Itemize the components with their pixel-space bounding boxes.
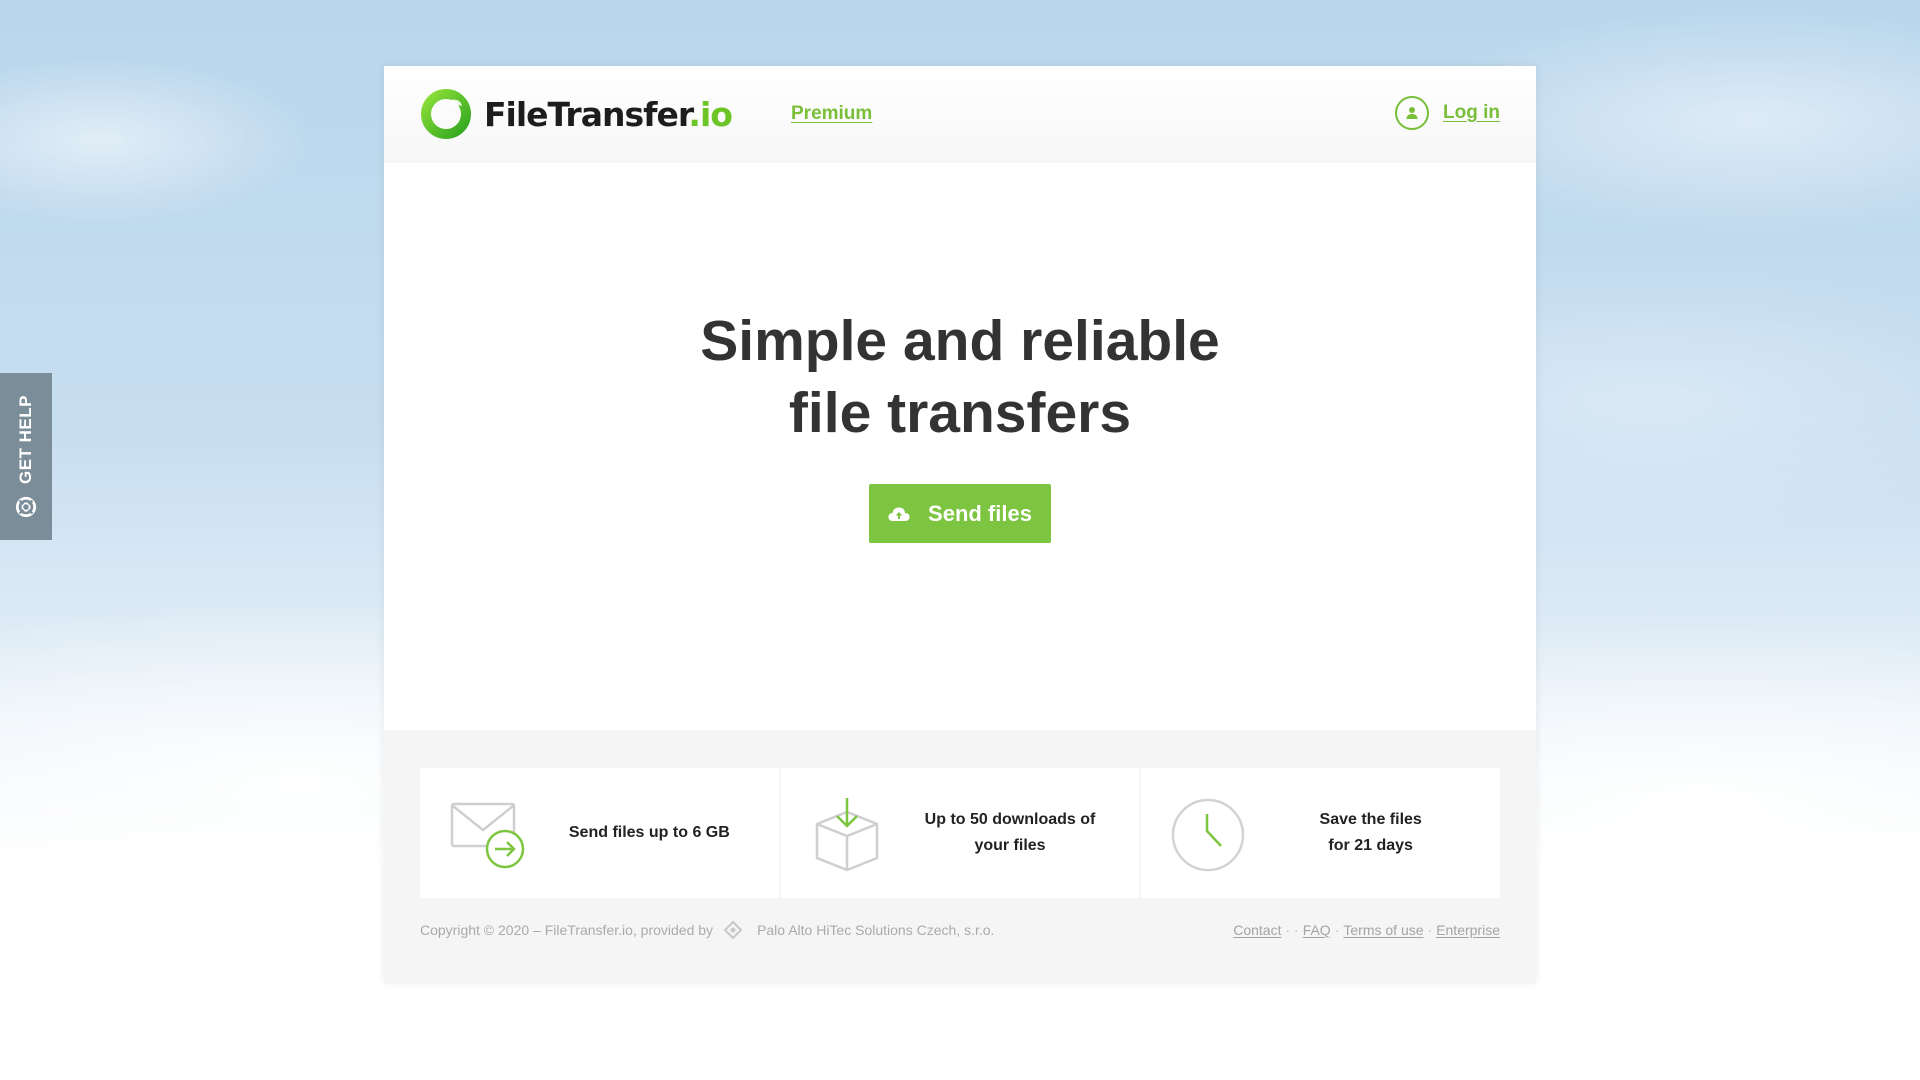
feature-line: your files [974, 837, 1046, 854]
bottom-section: Send files up to 6 GB Up to 50 downloads… [384, 730, 1536, 983]
premium-link[interactable]: Premium [791, 103, 872, 125]
envelope-send-icon [450, 802, 525, 869]
main-card: FileTransfer.io Premium Log in Simple an… [384, 66, 1536, 983]
feature-line: for 21 days [1328, 837, 1413, 854]
footer: Copyright © 2020 – FileTransfer.io, prov… [420, 920, 1500, 940]
clock-icon [1172, 798, 1245, 872]
feature-file-size: Send files up to 6 GB [420, 768, 779, 898]
feature-line: Up to 50 downloads of [924, 811, 1096, 828]
footer-link-terms[interactable]: Terms of use [1343, 922, 1423, 938]
hero: Simple and reliable file transfers Send … [384, 163, 1536, 730]
logo-text: FileTransfer.io [484, 94, 733, 134]
get-help-label: GET HELP [16, 394, 35, 484]
user-icon [1395, 96, 1430, 130]
hero-title-line1: Simple and reliable [700, 309, 1220, 373]
feature-line: Save the files [1319, 811, 1422, 828]
footer-link-contact[interactable]: Contact [1233, 922, 1281, 938]
logo-tld: .io [688, 94, 733, 134]
provider-name: Palo Alto HiTec Solutions Czech, s.r.o. [757, 922, 995, 938]
feature-downloads: Up to 50 downloads of your files [780, 768, 1140, 898]
filetransfer-logo-icon [421, 89, 471, 139]
hero-title: Simple and reliable file transfers [384, 163, 1536, 449]
logo[interactable]: FileTransfer.io [420, 88, 733, 140]
send-files-button[interactable]: Send files [869, 484, 1051, 543]
provider-diamond-icon [723, 920, 743, 940]
feature-retention: Save the files for 21 days [1141, 768, 1501, 898]
footer-separator: · [1427, 922, 1433, 938]
send-files-label: Send files [928, 500, 1032, 526]
footer-copyright: Copyright © 2020 – FileTransfer.io, prov… [420, 920, 994, 940]
login-link[interactable]: Log in [1395, 96, 1500, 130]
hero-title-line2: file transfers [788, 381, 1132, 445]
lifebuoy-icon [15, 496, 37, 518]
features: Send files up to 6 GB Up to 50 downloads… [420, 768, 1501, 898]
footer-separator: · [1334, 922, 1340, 938]
copyright-text: Copyright © 2020 – FileTransfer.io, prov… [420, 922, 714, 938]
footer-links: Contact · · FAQ · Terms of use · Enterprise [1233, 922, 1500, 938]
footer-separator: · · [1285, 922, 1299, 938]
login-label: Log in [1443, 102, 1500, 123]
logo-name: FileTransfer [484, 94, 689, 134]
footer-link-faq[interactable]: FAQ [1303, 922, 1331, 938]
header: FileTransfer.io Premium Log in [384, 66, 1536, 163]
get-help-tab[interactable]: GET HELP [0, 373, 52, 540]
footer-link-enterprise[interactable]: Enterprise [1436, 922, 1500, 938]
feature-text: Send files up to 6 GB [540, 768, 759, 898]
feature-text: Save the files for 21 days [1261, 768, 1480, 898]
feature-text: Up to 50 downloads of your files [901, 768, 1120, 898]
box-download-icon [815, 798, 878, 872]
feature-line: Send files up to 6 GB [568, 824, 730, 841]
cloud-upload-icon [888, 507, 910, 521]
